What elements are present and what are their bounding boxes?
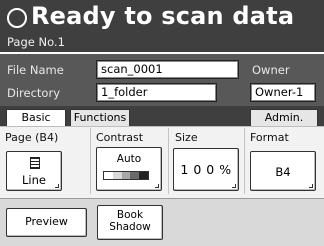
contrast-level-swatch	[139, 172, 148, 179]
tab-admin[interactable]: Admin.	[250, 109, 318, 126]
line-document-icon	[30, 157, 40, 169]
page-number: Page No.1	[7, 35, 65, 49]
corner-mark-icon	[309, 184, 313, 188]
corner-mark-icon	[232, 184, 236, 188]
file-name-field[interactable]: scan_0001	[96, 60, 239, 79]
size-value: 1 0 0 %	[180, 162, 232, 177]
book-shadow-label-line2: Shadow	[109, 221, 151, 233]
bottom-toolbar: Preview Book Shadow	[0, 198, 324, 246]
scanner-screen: Ready to scan data Page No.1 File Name s…	[0, 0, 324, 246]
size-label: Size	[175, 131, 198, 144]
contrast-value: Auto	[116, 153, 142, 165]
page-mode-button[interactable]: Line	[6, 151, 62, 191]
tab-bar: Basic Functions Admin.	[0, 106, 324, 126]
owner-field[interactable]: Owner-1	[250, 83, 316, 102]
directory-label: Directory	[7, 86, 61, 100]
preview-button[interactable]: Preview	[6, 208, 87, 237]
divider	[90, 128, 91, 194]
corner-mark-icon	[155, 184, 159, 188]
corner-mark-icon	[55, 184, 59, 188]
page-mode-value: Line	[22, 173, 46, 187]
file-name-label: File Name	[7, 63, 64, 77]
contrast-level-swatch	[104, 172, 113, 179]
contrast-label: Contrast	[96, 131, 144, 144]
format-value: B4	[275, 165, 291, 179]
contrast-level-swatch	[112, 172, 122, 179]
divider	[168, 128, 169, 194]
contrast-level-swatch	[121, 172, 131, 179]
format-label: Format	[250, 131, 289, 144]
directory-field[interactable]: 1_folder	[96, 83, 217, 102]
format-button[interactable]: B4	[250, 151, 316, 191]
contrast-level-bar	[103, 171, 149, 180]
size-button[interactable]: 1 0 0 %	[173, 148, 239, 191]
contrast-button[interactable]: Auto	[96, 147, 162, 191]
status-header: Ready to scan data Page No.1	[0, 0, 324, 52]
book-shadow-label-line1: Book	[116, 209, 144, 221]
ready-circle-icon	[7, 8, 27, 28]
contrast-level-swatch	[130, 172, 140, 179]
book-shadow-button[interactable]: Book Shadow	[97, 205, 163, 240]
divider	[244, 128, 245, 194]
tab-functions[interactable]: Functions	[70, 109, 130, 126]
file-info-panel: File Name scan_0001 Owner Directory 1_fo…	[0, 54, 324, 106]
page-label: Page (B4)	[5, 131, 59, 144]
owner-label: Owner	[252, 63, 290, 77]
tab-basic[interactable]: Basic	[6, 109, 66, 126]
status-title: Ready to scan data	[31, 2, 295, 30]
